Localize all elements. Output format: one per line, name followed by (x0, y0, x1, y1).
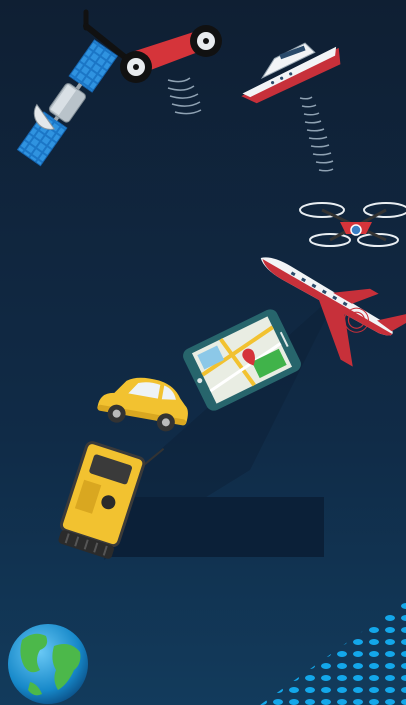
dark-panel (104, 497, 324, 557)
globe-icon (8, 624, 88, 704)
illustration-scene (0, 0, 406, 705)
